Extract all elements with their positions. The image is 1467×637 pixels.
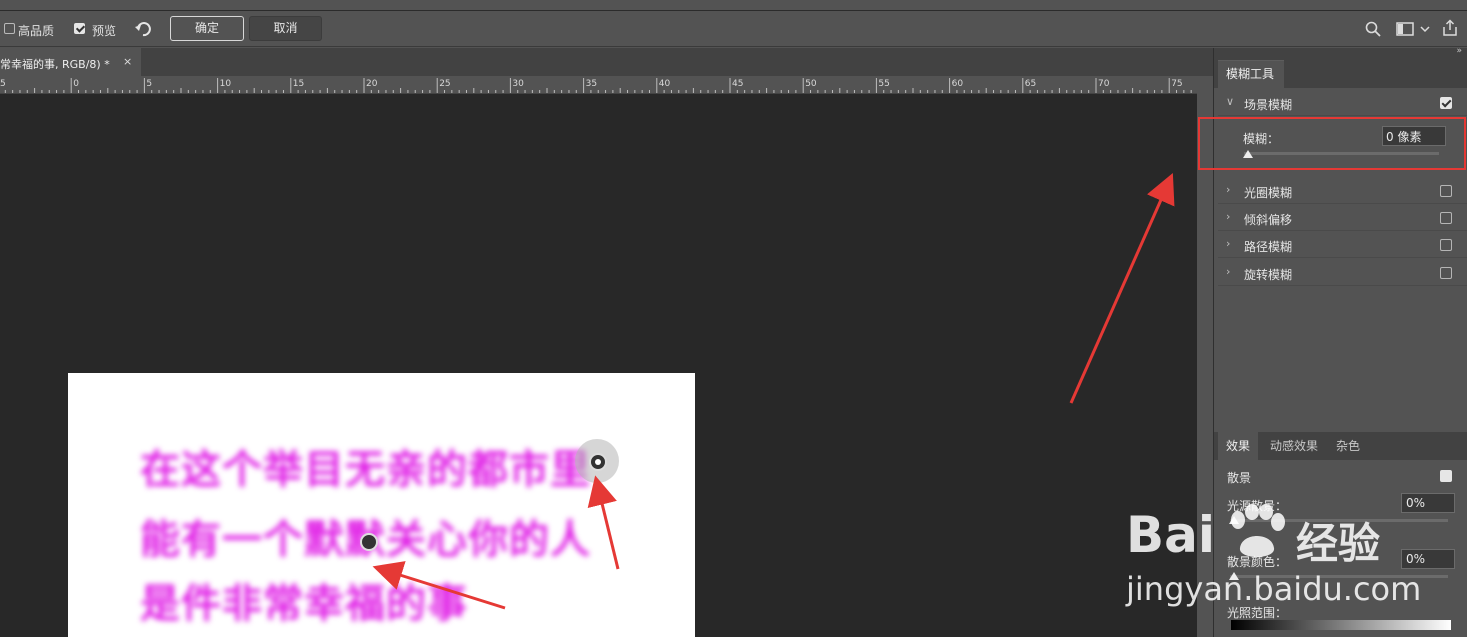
ruler-label: 65: [1025, 79, 1036, 89]
light-range-gradient[interactable]: [1231, 620, 1451, 630]
light-range-label: 光照范围：: [1227, 606, 1288, 620]
ruler-label: 5: [0, 79, 6, 89]
ruler-label: 35: [586, 79, 597, 89]
bokeh-color-slider-thumb[interactable]: [1229, 572, 1239, 580]
workspace-icon[interactable]: [1396, 21, 1414, 40]
ruler-label: 5: [146, 79, 152, 89]
ruler-label: 45: [732, 79, 743, 89]
iris-blur-label: 光圈模糊: [1244, 186, 1293, 200]
path-blur-checkbox[interactable]: [1440, 239, 1452, 251]
tilt-shift-checkbox[interactable]: [1440, 212, 1452, 224]
chevron-right-icon[interactable]: ›: [1226, 237, 1230, 250]
section-path-blur[interactable]: › 路径模糊: [1218, 232, 1467, 258]
canvas-text-line-1: 在这个举目无亲的都市里: [140, 447, 591, 493]
canvas-text-line-3: 是件非常幸福的事: [140, 581, 468, 627]
options-bar: 高品质 预览 确定 取消: [0, 11, 1467, 47]
document-tab-title: 常幸福的事, RGB/8) *: [0, 58, 110, 71]
spin-blur-checkbox[interactable]: [1440, 267, 1452, 279]
field-blur-checkbox[interactable]: [1440, 97, 1452, 109]
spin-blur-label: 旋转模糊: [1244, 268, 1293, 282]
tab-noise[interactable]: 杂色: [1328, 432, 1368, 460]
share-icon[interactable]: [1441, 19, 1459, 40]
chevron-down-icon[interactable]: [1420, 23, 1430, 37]
high-quality-checkbox[interactable]: [4, 23, 15, 34]
chevron-down-icon[interactable]: ∨: [1226, 95, 1234, 108]
path-blur-label: 路径模糊: [1244, 240, 1293, 254]
ruler-label: 50: [805, 79, 817, 89]
effects-tab-bar: 效果 动感效果 杂色: [1214, 432, 1467, 460]
light-bokeh-label: 光源散景：: [1227, 499, 1288, 513]
cancel-button[interactable]: 取消: [249, 16, 322, 41]
blur-pin-2[interactable]: [360, 533, 378, 551]
collapse-panels-icon[interactable]: »: [1456, 46, 1462, 56]
tab-effects[interactable]: 效果: [1218, 432, 1259, 460]
chevron-right-icon[interactable]: ›: [1226, 183, 1230, 196]
light-bokeh-slider-thumb[interactable]: [1229, 516, 1239, 524]
horizontal-ruler: 5 0 5 10 15 20 25 30 35 40 45 50 55 60 65 70 75: [0, 76, 1197, 94]
tilt-shift-label: 倾斜偏移: [1244, 213, 1293, 227]
dock-header: »: [1214, 46, 1467, 60]
close-tab-icon[interactable]: ×: [123, 55, 132, 68]
tab-blur-tools[interactable]: 模糊工具: [1218, 60, 1284, 88]
section-iris-blur[interactable]: › 光圈模糊: [1218, 178, 1467, 204]
ruler-label: 25: [439, 79, 450, 89]
ruler-label: 10: [220, 79, 232, 89]
chevron-right-icon[interactable]: ›: [1226, 265, 1230, 278]
ruler-label: 70: [1098, 79, 1110, 89]
section-field-blur[interactable]: ∨ 场景模糊: [1218, 90, 1467, 116]
document-image[interactable]: 在这个举目无亲的都市里 能有一个默默关心你的人 是件非常幸福的事: [68, 373, 695, 637]
section-spin-blur[interactable]: › 旋转模糊: [1218, 260, 1467, 286]
ruler-label: 15: [293, 79, 304, 89]
ruler-label: 0: [73, 79, 79, 89]
ok-button[interactable]: 确定: [170, 16, 244, 41]
light-bokeh-input[interactable]: [1401, 493, 1455, 513]
blur-pin-1[interactable]: [589, 453, 607, 471]
tab-motion-effects[interactable]: 动感效果: [1262, 432, 1326, 460]
bokeh-color-slider[interactable]: [1230, 575, 1448, 578]
preview-label: 预览: [92, 24, 117, 38]
ruler-label: 40: [659, 79, 671, 89]
field-blur-label: 场景模糊: [1244, 98, 1293, 112]
high-quality-label: 高品质: [18, 24, 55, 38]
menu-bar: [0, 0, 1467, 11]
ruler-label: 20: [366, 79, 378, 89]
annotation-highlight-box: [1198, 117, 1466, 170]
ruler-label: 75: [1171, 79, 1182, 89]
ruler-label: 55: [878, 79, 889, 89]
document-tab-bar: 常幸福的事, RGB/8) * ×: [0, 48, 1213, 76]
bokeh-checkbox[interactable]: [1440, 470, 1452, 482]
canvas-area[interactable]: 在这个举目无亲的都市里 能有一个默默关心你的人 是件非常幸福的事: [0, 94, 1197, 637]
bokeh-color-label: 散景颜色：: [1227, 555, 1288, 569]
ruler-label: 30: [512, 79, 524, 89]
section-tilt-shift[interactable]: › 倾斜偏移: [1218, 205, 1467, 231]
preview-checkbox[interactable]: [74, 23, 85, 34]
chevron-right-icon[interactable]: ›: [1226, 210, 1230, 223]
light-bokeh-slider[interactable]: [1230, 519, 1448, 522]
document-tab[interactable]: 常幸福的事, RGB/8) * ×: [0, 48, 141, 76]
undo-icon[interactable]: [134, 20, 152, 41]
bokeh-color-input[interactable]: [1401, 549, 1455, 569]
iris-blur-checkbox[interactable]: [1440, 185, 1452, 197]
bokeh-label: 散景: [1227, 471, 1252, 485]
search-icon[interactable]: [1365, 21, 1381, 40]
ruler-label: 60: [952, 79, 964, 89]
